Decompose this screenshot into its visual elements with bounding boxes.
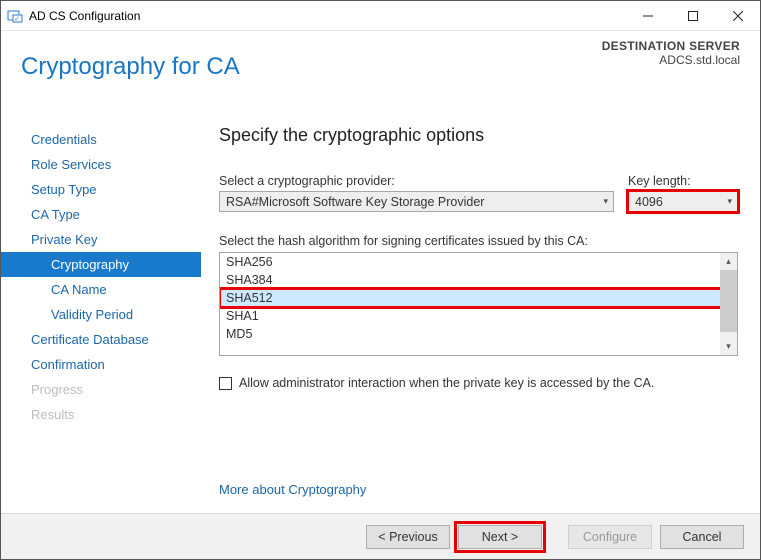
hash-label: Select the hash algorithm for signing ce… xyxy=(219,234,738,248)
provider-value: RSA#Microsoft Software Key Storage Provi… xyxy=(226,195,484,209)
step-credentials[interactable]: Credentials xyxy=(1,127,201,152)
wizard-footer: < Previous Next > Configure Cancel xyxy=(1,513,760,559)
hash-item-sha256[interactable]: SHA256 xyxy=(220,253,737,271)
admin-interaction-checkbox[interactable] xyxy=(219,377,232,390)
hash-item-sha384[interactable]: SHA384 xyxy=(220,271,737,289)
window-title: AD CS Configuration xyxy=(29,9,140,23)
step-confirmation[interactable]: Confirmation xyxy=(1,352,201,377)
hash-item-sha512[interactable]: SHA512 xyxy=(220,289,737,307)
maximize-button[interactable] xyxy=(670,1,715,30)
scroll-up-icon[interactable]: ▴ xyxy=(720,253,737,270)
header: DESTINATION SERVER ADCS.std.local Crypto… xyxy=(1,31,760,111)
scroll-thumb[interactable] xyxy=(720,270,737,332)
step-cryptography[interactable]: Cryptography xyxy=(1,252,201,277)
destination-value: ADCS.std.local xyxy=(602,53,740,67)
keylength-label: Key length: xyxy=(628,174,738,188)
chevron-down-icon: ▾ xyxy=(724,196,735,207)
step-progress: Progress xyxy=(1,377,201,402)
next-button[interactable]: Next > xyxy=(458,525,542,549)
configure-button: Configure xyxy=(568,525,652,549)
step-ca-name[interactable]: CA Name xyxy=(1,277,201,302)
minimize-button[interactable] xyxy=(625,1,670,30)
step-setup-type[interactable]: Setup Type xyxy=(1,177,201,202)
step-results: Results xyxy=(1,402,201,427)
hash-item-sha1[interactable]: SHA1 xyxy=(220,307,737,325)
chevron-down-icon: ▾ xyxy=(600,196,611,207)
hash-item-md5[interactable]: MD5 xyxy=(220,325,737,343)
panel-heading: Specify the cryptographic options xyxy=(219,125,738,146)
close-button[interactable] xyxy=(715,1,760,30)
step-ca-type[interactable]: CA Type xyxy=(1,202,201,227)
hash-listbox[interactable]: SHA256 SHA384 SHA512 SHA1 MD5 ▴ ▾ xyxy=(219,252,738,356)
more-about-link[interactable]: More about Cryptography xyxy=(219,482,366,497)
destination-label: DESTINATION SERVER xyxy=(602,39,740,53)
provider-combobox[interactable]: RSA#Microsoft Software Key Storage Provi… xyxy=(219,191,614,212)
admin-interaction-label: Allow administrator interaction when the… xyxy=(239,376,654,390)
scroll-down-icon[interactable]: ▾ xyxy=(720,338,737,355)
listbox-scrollbar[interactable]: ▴ ▾ xyxy=(720,253,737,355)
wizard-steps: Credentials Role Services Setup Type CA … xyxy=(1,111,201,513)
app-icon: ✓ xyxy=(7,8,23,24)
step-private-key[interactable]: Private Key xyxy=(1,227,201,252)
cancel-button[interactable]: Cancel xyxy=(660,525,744,549)
provider-label: Select a cryptographic provider: xyxy=(219,174,614,188)
wizard-window: ✓ AD CS Configuration DESTINATION SERVER… xyxy=(0,0,761,560)
previous-button[interactable]: < Previous xyxy=(366,525,450,549)
keylength-combobox[interactable]: 4096 ▾ xyxy=(628,191,738,212)
svg-text:✓: ✓ xyxy=(14,16,20,23)
step-certificate-database[interactable]: Certificate Database xyxy=(1,327,201,352)
step-validity-period[interactable]: Validity Period xyxy=(1,302,201,327)
step-role-services[interactable]: Role Services xyxy=(1,152,201,177)
titlebar: ✓ AD CS Configuration xyxy=(1,1,760,31)
destination-info: DESTINATION SERVER ADCS.std.local xyxy=(602,39,740,67)
keylength-value: 4096 xyxy=(635,195,663,209)
main-panel: Specify the cryptographic options Select… xyxy=(201,111,760,513)
